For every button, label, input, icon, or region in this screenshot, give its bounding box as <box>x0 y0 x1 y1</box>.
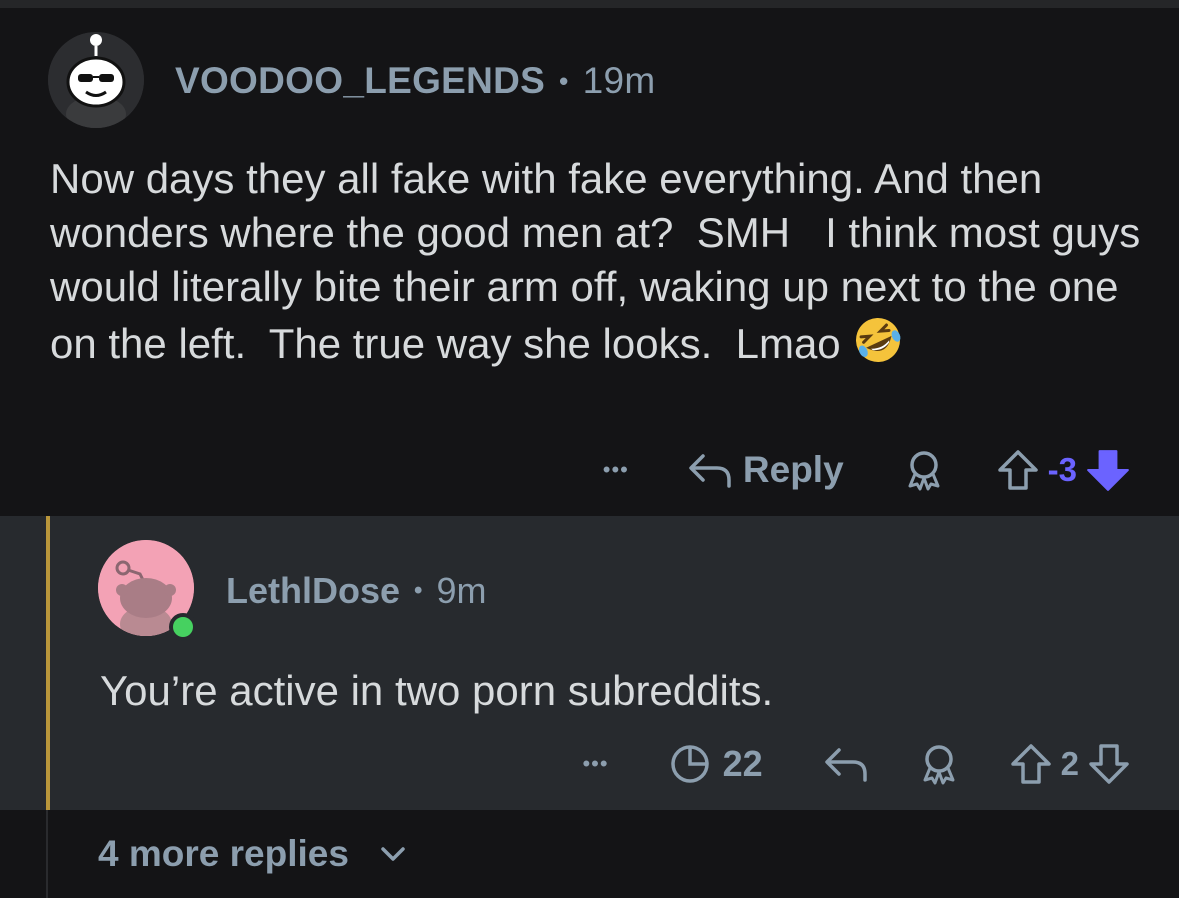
reply-button[interactable] <box>823 744 869 784</box>
more-options-label: ••• <box>582 751 609 776</box>
rofl-emoji-icon <box>852 314 904 366</box>
downvote-arrow-icon <box>1089 744 1129 784</box>
separator-dot: • <box>414 577 423 604</box>
more-options-button[interactable]: ••• <box>603 457 629 483</box>
comment-text: Now days they all fake with fake everyth… <box>50 155 1152 367</box>
reply-button[interactable]: Reply <box>687 449 844 491</box>
reply-icon <box>823 744 869 784</box>
chevron-down-icon <box>379 844 407 864</box>
user-avatar[interactable] <box>48 32 144 128</box>
reply-timestamp: 9m <box>436 570 487 611</box>
award-button[interactable] <box>917 742 961 786</box>
online-status-indicator <box>169 613 197 641</box>
upvote-button[interactable] <box>996 448 1040 492</box>
view-count-value: 22 <box>722 743 763 784</box>
upvote-arrow-icon <box>997 450 1038 490</box>
more-replies-button[interactable]: 4 more replies <box>98 826 407 882</box>
reply-comment-actions: ••• 22 2 <box>582 734 1131 794</box>
snoo-sunglasses-icon <box>48 32 144 128</box>
pie-clock-icon <box>669 743 711 785</box>
award-icon <box>917 742 961 786</box>
award-button[interactable] <box>902 448 946 492</box>
downvote-button[interactable] <box>1085 447 1131 493</box>
more-replies-label: 4 more replies <box>98 833 349 874</box>
timestamp: 19m <box>582 60 656 101</box>
view-count: 22 <box>669 743 763 785</box>
upvote-arrow-icon <box>1010 744 1051 784</box>
reply-comment-header: LethlDose • 9m <box>226 566 486 616</box>
top-divider <box>0 0 1179 8</box>
downvote-button[interactable] <box>1087 742 1131 786</box>
downvote-arrow-icon <box>1087 450 1129 491</box>
reply-more-options-button[interactable]: ••• <box>582 751 608 777</box>
more-options-label: ••• <box>602 457 629 482</box>
main-comment-body: Now days they all fake with fake everyth… <box>50 152 1160 371</box>
reply-label: Reply <box>742 449 844 490</box>
vote-control: 2 <box>1009 742 1131 786</box>
vote-score: -3 <box>1047 451 1077 488</box>
vote-score: 2 <box>1060 745 1079 782</box>
separator-dot: • <box>559 65 569 96</box>
thread-line[interactable] <box>46 516 50 810</box>
thread-line-lower <box>46 810 48 898</box>
main-comment-actions: ••• Reply -3 <box>603 440 1131 500</box>
main-comment-header: VOODOO_LEGENDS • 19m <box>175 56 655 106</box>
vote-control: -3 <box>996 447 1131 493</box>
reply-username[interactable]: LethlDose <box>226 570 400 612</box>
username[interactable]: VOODOO_LEGENDS <box>175 60 545 102</box>
award-icon <box>902 448 946 492</box>
reply-icon <box>687 450 733 490</box>
upvote-button[interactable] <box>1009 742 1053 786</box>
reply-comment-body: You’re active in two porn subreddits. <box>100 667 774 714</box>
